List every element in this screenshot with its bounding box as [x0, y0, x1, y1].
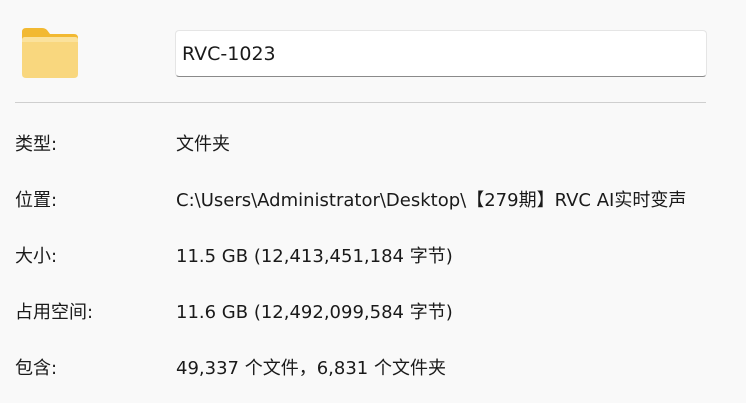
type-label: 类型:	[15, 134, 58, 155]
size-value: 11.5 GB (12,413,451,184 字节)	[176, 246, 453, 267]
contains-label: 包含:	[15, 358, 58, 379]
size-row: 大小: 11.5 GB (12,413,451,184 字节)	[0, 242, 746, 272]
location-row: 位置: C:\Users\Administrator\Desktop\【279期…	[0, 186, 746, 216]
type-row: 类型: 文件夹	[0, 130, 746, 160]
folder-icon	[22, 28, 78, 78]
size-label: 大小:	[15, 246, 58, 267]
folder-properties-general-tab: 类型: 文件夹 位置: C:\Users\Administrator\Deskt…	[0, 0, 746, 403]
contains-value: 49,337 个文件，6,831 个文件夹	[176, 358, 446, 379]
location-label: 位置:	[15, 190, 58, 211]
location-value[interactable]: C:\Users\Administrator\Desktop\【279期】RVC…	[176, 186, 706, 216]
size-on-disk-label: 占用空间:	[15, 302, 94, 323]
size-on-disk-row: 占用空间: 11.6 GB (12,492,099,584 字节)	[0, 298, 746, 328]
folder-name-input[interactable]	[175, 30, 707, 77]
size-on-disk-value: 11.6 GB (12,492,099,584 字节)	[176, 302, 453, 323]
divider	[15, 102, 706, 103]
contains-row: 包含: 49,337 个文件，6,831 个文件夹	[0, 354, 746, 384]
type-value: 文件夹	[176, 134, 230, 155]
